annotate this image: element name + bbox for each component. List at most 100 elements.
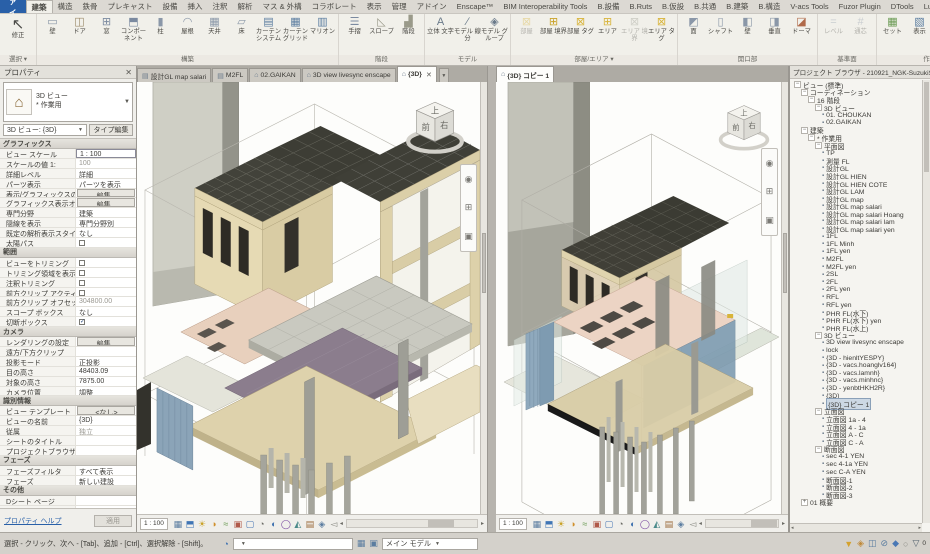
tree-item[interactable]: ▪測量 FL [790, 157, 922, 165]
view-tab[interactable]: ▤M2FL [212, 68, 248, 82]
tree-item[interactable]: ▪{3D - vacs.minhnc} [790, 377, 922, 385]
property-value[interactable]: なし [76, 228, 136, 237]
show-crop-region-icon[interactable]: ▢ [603, 518, 615, 530]
chevron-down-icon[interactable]: ▼ [124, 99, 130, 105]
tree-item[interactable]: ▪1FL Minh [790, 240, 922, 248]
property-value[interactable]: なし [76, 307, 136, 316]
tree-item[interactable]: ▪2SL [790, 271, 922, 279]
instance-selector[interactable]: 3D ビュー: {3D} ▼ [3, 124, 87, 136]
ribbon-group-label[interactable]: モデル [425, 55, 510, 65]
ribbon-tab[interactable]: 構造 [53, 0, 78, 13]
collapse-icon[interactable]: − [815, 142, 822, 149]
tree-item[interactable]: ▪PHR FL(水上) [790, 324, 922, 332]
collapse-icon[interactable]: − [794, 81, 801, 88]
temporary-hide-isolate-icon[interactable]: ◐ [268, 518, 280, 530]
steering-wheel-icon[interactable]: ◉ [766, 158, 774, 169]
ribbon-group-label[interactable]: 基準面 [818, 55, 876, 65]
unlocked-view-icon[interactable]: ◔ [615, 518, 627, 530]
ribbon-button[interactable]: ▮柱 [147, 15, 174, 55]
show-crop-region-icon[interactable]: ▢ [244, 518, 256, 530]
scroll-left-icon[interactable]: ◂ [791, 525, 794, 531]
ribbon-tab[interactable]: 設備 [158, 0, 183, 13]
property-edit-button[interactable]: 編集... [77, 189, 135, 198]
viewcube[interactable]: 上 前 右 [404, 96, 466, 160]
edit-type-button[interactable]: タイプ編集 [89, 124, 133, 136]
design-options-icon[interactable]: ▣ [369, 538, 378, 549]
worksharing-display-icon[interactable]: ◭ [651, 518, 663, 530]
tree-item[interactable]: ▪3D view livesync enscape [790, 339, 922, 347]
vertical-scrollbar[interactable] [922, 80, 930, 523]
navigation-bar[interactable]: ◉ ⊞ ▣ [761, 148, 778, 236]
ribbon-button[interactable]: ▟階段 [395, 15, 422, 55]
tree-item[interactable]: ▪断面図-2 [790, 483, 922, 491]
scroll-right-icon[interactable]: ▸ [481, 520, 484, 527]
property-value[interactable]: 調整 [76, 387, 136, 396]
tree-item[interactable]: ▪{3D - vacs.hoanglv164} [790, 362, 922, 370]
checkbox[interactable] [79, 270, 85, 276]
worksets-dialog-icon[interactable]: ▦ [357, 538, 366, 549]
viewcube-top-label[interactable]: 上 [740, 108, 747, 117]
horizontal-scrollbar[interactable] [705, 519, 779, 528]
checkbox[interactable] [79, 260, 85, 266]
view-scale-button[interactable]: 1 : 100 [140, 518, 168, 530]
shadows-icon[interactable]: ◑ [567, 518, 579, 530]
ribbon-button[interactable]: ▤カーテン システム [255, 15, 282, 55]
ribbon-tab[interactable]: B.共通 [689, 0, 721, 13]
highlight-displacement-icon[interactable]: ◈ [675, 518, 687, 530]
ribbon-button[interactable]: ▦カーテン グリッド [282, 15, 309, 55]
property-value[interactable] [76, 496, 136, 505]
ribbon-tab[interactable]: プレキャスト [103, 0, 158, 13]
zoom-icon[interactable]: ⊞ [465, 202, 473, 213]
property-edit-button[interactable]: 編集... [77, 337, 135, 346]
ribbon-tab[interactable]: 建築 [26, 0, 53, 13]
ribbon-tab[interactable]: B.建築 [721, 0, 753, 13]
ribbon-tab[interactable]: B.設備 [592, 0, 624, 13]
property-section-header[interactable]: カメラ [0, 327, 136, 337]
worksets-icon[interactable]: ◔ [223, 539, 228, 549]
property-value[interactable]: 新しい建設 [76, 476, 136, 485]
view-tab[interactable]: ▤設計GL map salari [137, 68, 211, 82]
reveal-constraints-icon[interactable]: ◅ [687, 518, 699, 530]
property-section-header[interactable]: その他 [0, 486, 136, 496]
tree-item[interactable]: ▪TP [790, 149, 922, 157]
ribbon-tab[interactable]: B.構造 [753, 0, 785, 13]
ribbon-button[interactable]: ⊞エリア [594, 15, 621, 55]
ribbon-button[interactable]: ▦セット [879, 15, 906, 55]
collapse-icon[interactable]: − [815, 104, 822, 111]
ribbon-tab[interactable]: 表示 [362, 0, 387, 13]
tree-item[interactable]: ▪RFL [790, 294, 922, 302]
tree-item[interactable]: ▪1FL yen [790, 248, 922, 256]
ribbon-button[interactable]: ⊠エリア タグ [648, 15, 675, 55]
ribbon-button[interactable]: ▥マリオン [309, 15, 336, 55]
ribbon-tab[interactable]: B.仮設 [657, 0, 689, 13]
tree-item[interactable]: ▪2FL yen [790, 286, 922, 294]
property-value[interactable] [76, 446, 136, 455]
tree-item[interactable]: ▪断面図-1 [790, 476, 922, 484]
expand-icon[interactable]: + [801, 499, 808, 506]
ribbon-tab[interactable]: Enscape™ [452, 0, 499, 13]
tree-item[interactable]: ▪2FL [790, 278, 922, 286]
ribbon-button[interactable]: ▯シャフト [707, 15, 734, 55]
unlocked-view-icon[interactable]: ◔ [256, 518, 268, 530]
collapse-icon[interactable]: − [815, 332, 822, 339]
worksharing-display-icon[interactable]: ◭ [292, 518, 304, 530]
tree-item[interactable]: ▪{3D - yenbtHKH2R} [790, 385, 922, 393]
ribbon-group-label[interactable]: 構築 [37, 55, 338, 65]
ribbon-tab[interactable]: Lumion® [919, 0, 930, 13]
ribbon-tab[interactable]: 鉄骨 [78, 0, 103, 13]
property-value[interactable] [76, 436, 136, 445]
reveal-constraints-icon[interactable]: ◅ [328, 518, 340, 530]
vertical-scrollbar[interactable] [781, 82, 788, 514]
steering-wheel-icon[interactable]: ◉ [465, 174, 473, 185]
viewcube-front-label[interactable]: 前 [422, 122, 430, 132]
property-section-header[interactable]: フェーズ [0, 456, 136, 466]
tree-item[interactable]: −3D ビュー [790, 104, 922, 112]
ribbon-button[interactable]: ◪ドーマ [788, 15, 815, 55]
pane-divider[interactable] [488, 66, 496, 532]
ribbon-button[interactable]: ◈モデル グループ [481, 15, 508, 55]
collapse-icon[interactable]: − [801, 127, 808, 134]
sketchy-lines-icon[interactable]: ≈ [579, 518, 591, 530]
ribbon-button[interactable]: ⊠部屋 タグ [567, 15, 594, 55]
property-value[interactable]: 独立 [76, 426, 136, 435]
ribbon-button[interactable]: ▧表示 [906, 15, 930, 55]
